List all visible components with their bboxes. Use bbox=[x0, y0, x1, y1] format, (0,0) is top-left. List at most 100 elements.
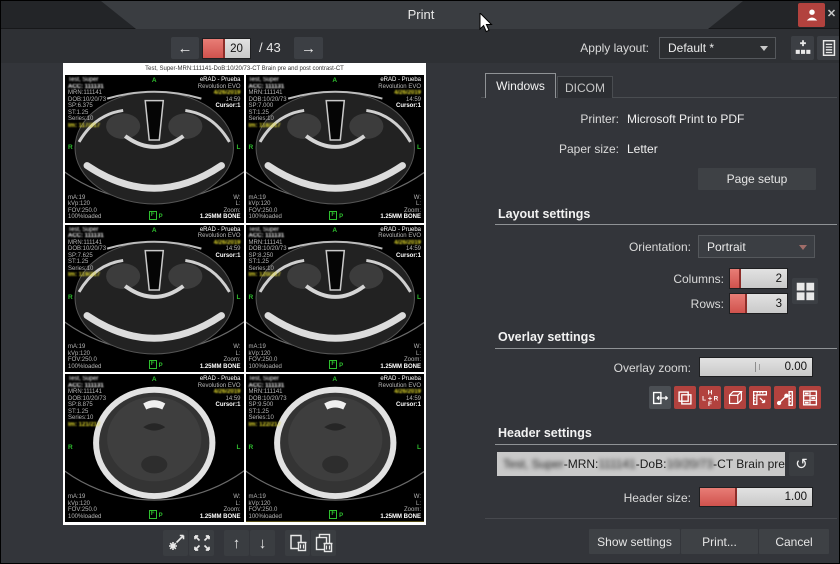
grid-layout-button[interactable] bbox=[792, 278, 818, 304]
orientation-marker-top: A bbox=[332, 77, 337, 84]
overlay-cube-button[interactable] bbox=[724, 386, 746, 409]
header-settings-title: Header settings bbox=[498, 426, 592, 440]
orientation-marker-left: R bbox=[68, 444, 73, 451]
overlay-loaded: 100%loaded bbox=[68, 514, 101, 521]
overlay-cursor: Cursor:1 bbox=[378, 402, 421, 409]
layout-settings-title: Layout settings bbox=[498, 207, 590, 221]
preview-cell[interactable]: Test, SuperACC: 111131MRN:111141DOB:10/2… bbox=[65, 374, 244, 522]
cell-overlay-br: W:L:Zoom:1.25MM BONE bbox=[380, 344, 421, 370]
table-grid-icon bbox=[800, 388, 820, 408]
pan-arrows-icon bbox=[650, 388, 670, 408]
cancel-button[interactable]: Cancel bbox=[759, 529, 829, 554]
overlay-date: 4/26/2019 bbox=[378, 240, 421, 247]
overlay-im: Im: 119/217 bbox=[68, 272, 106, 279]
manage-layouts-button[interactable] bbox=[817, 36, 840, 60]
overlay-acc: ACC: 111131 bbox=[249, 233, 287, 240]
save-layout-button[interactable] bbox=[791, 36, 814, 60]
fit-preview-button[interactable] bbox=[189, 530, 214, 556]
overlay-im: Im: 121/217 bbox=[68, 422, 106, 429]
show-settings-button[interactable]: Show settings bbox=[589, 529, 680, 554]
overlay-preset: 1.25MM BONE bbox=[380, 514, 421, 521]
header-size-slider[interactable]: 1.00 bbox=[699, 487, 813, 507]
preview-cell[interactable]: Test, SuperACC: 111131MRN:111141DOB:10/2… bbox=[65, 75, 244, 223]
columns-spinner-fill bbox=[730, 269, 741, 288]
rows-value: 3 bbox=[776, 294, 782, 313]
delete-all-pages-button[interactable] bbox=[311, 530, 336, 556]
orientation-dropdown[interactable]: Portrait bbox=[698, 235, 815, 258]
overlay-date: 4/26/2019 bbox=[198, 389, 241, 396]
titlebar: Print ✕ bbox=[1, 1, 840, 29]
move-page-down-button[interactable]: ↓ bbox=[250, 530, 275, 556]
overlay-measurements-button[interactable] bbox=[774, 386, 796, 409]
overlay-facility: eRAD - Prueba bbox=[378, 376, 421, 383]
ruler-corner-icon bbox=[750, 388, 770, 408]
print-preview-page[interactable]: Test, Super-MRN:111141-DoB:10/20/73-CT B… bbox=[63, 63, 426, 525]
header-dob-value: 10/20/73 bbox=[666, 457, 713, 471]
preview-cell[interactable]: Test, SuperACC: 111131MRN:111141DOB:10/2… bbox=[246, 75, 425, 223]
previous-page-button[interactable]: ← bbox=[171, 37, 199, 59]
close-button[interactable]: ✕ bbox=[824, 6, 839, 22]
cell-overlay-br: W:L:Zoom:1.25MM BONE bbox=[200, 195, 241, 221]
footer-divider bbox=[485, 518, 837, 519]
orientation-marker-left: R bbox=[249, 444, 254, 451]
apply-layout-dropdown[interactable]: Default * bbox=[659, 37, 776, 59]
reset-header-button[interactable]: ↺ bbox=[789, 452, 814, 476]
preview-cell[interactable]: Test, SuperACC: 111131MRN:111141DOB:10/2… bbox=[246, 225, 425, 373]
orientation-marker-left: R bbox=[68, 294, 73, 301]
overlay-table-button[interactable] bbox=[799, 386, 821, 409]
overlay-orientation-labels-button[interactable]: HLRF bbox=[699, 386, 721, 409]
overlay-move-button[interactable] bbox=[649, 386, 671, 409]
user-button[interactable] bbox=[798, 3, 825, 27]
window-level-reset-button[interactable] bbox=[163, 530, 188, 556]
overlay-acc: ACC: 111131 bbox=[68, 233, 106, 240]
dialog-title: Print bbox=[1, 7, 840, 22]
page-number-spinner[interactable]: 20 bbox=[202, 38, 251, 59]
tab-windows[interactable]: Windows bbox=[485, 73, 556, 98]
header-mrn-value: 111141 bbox=[598, 457, 635, 471]
overlay-ruler-button[interactable] bbox=[749, 386, 771, 409]
orientation-marker-top: A bbox=[332, 376, 337, 383]
overlay-settings-divider bbox=[495, 348, 837, 349]
overlay-fov: FOV:250.0 bbox=[68, 357, 101, 364]
svg-text:H: H bbox=[708, 389, 713, 396]
add-layout-icon bbox=[793, 38, 813, 58]
page-number-value: 20 bbox=[230, 39, 243, 58]
overlay-im: Im: 120/217 bbox=[249, 272, 287, 279]
overlay-zoom-slider[interactable]: 0.00 bbox=[699, 357, 813, 377]
overlay-date: 4/26/2019 bbox=[378, 90, 421, 97]
delete-page-button[interactable] bbox=[285, 530, 310, 556]
preview-cell[interactable]: Test, SuperACC: 111131MRN:111141DOB:10/2… bbox=[65, 225, 244, 373]
overlay-loaded: 100%loaded bbox=[249, 364, 282, 371]
orientation-letters-icon: HLRF bbox=[700, 388, 720, 408]
print-button[interactable]: Print... bbox=[681, 529, 758, 554]
chevron-down-icon bbox=[760, 46, 768, 51]
overlay-facility: eRAD - Prueba bbox=[198, 77, 241, 84]
next-page-button[interactable]: → bbox=[294, 37, 323, 59]
overlay-frames-button[interactable] bbox=[674, 386, 696, 409]
printer-value: Microsoft Print to PDF bbox=[627, 112, 744, 126]
preview-cell-selected[interactable]: Test, SuperACC: 111131MRN:111141DOB:10/2… bbox=[246, 374, 425, 522]
orientation-marker-bottom: FP bbox=[329, 360, 343, 369]
printer-label: Printer: bbox=[481, 112, 619, 126]
delete-all-pages-icon bbox=[313, 532, 335, 554]
overlay-preset: 1.25MM BONE bbox=[200, 214, 241, 221]
move-page-up-button[interactable]: ↑ bbox=[224, 530, 249, 556]
paper-size-value: Letter bbox=[627, 142, 658, 156]
overlay-acc: ACC: 111131 bbox=[249, 84, 287, 91]
columns-spinner[interactable]: 2 bbox=[729, 268, 788, 289]
overlay-cursor: Cursor:1 bbox=[198, 103, 241, 110]
arrow-up-icon: ↑ bbox=[233, 535, 241, 552]
overlay-loaded: 100%loaded bbox=[68, 364, 101, 371]
header-dob-label: -DoB: bbox=[636, 457, 667, 471]
orientation-marker-bottom: FP bbox=[329, 211, 343, 220]
chevron-down-icon bbox=[799, 245, 807, 250]
header-text-input[interactable]: Test, Super-MRN:111141-DoB:10/20/73-CT B… bbox=[497, 452, 785, 476]
expand-icon bbox=[191, 532, 213, 554]
tab-dicom[interactable]: DICOM bbox=[557, 76, 613, 98]
page-setup-button[interactable]: Page setup bbox=[698, 168, 816, 190]
rows-spinner[interactable]: 3 bbox=[729, 293, 788, 314]
cell-overlay-tl: Test, SuperACC: 111131MRN:111141DOB:10/2… bbox=[68, 376, 106, 428]
header-size-value: 1.00 bbox=[785, 488, 807, 506]
svg-text:R: R bbox=[714, 395, 719, 402]
header-mrn-label: -MRN: bbox=[564, 457, 599, 471]
